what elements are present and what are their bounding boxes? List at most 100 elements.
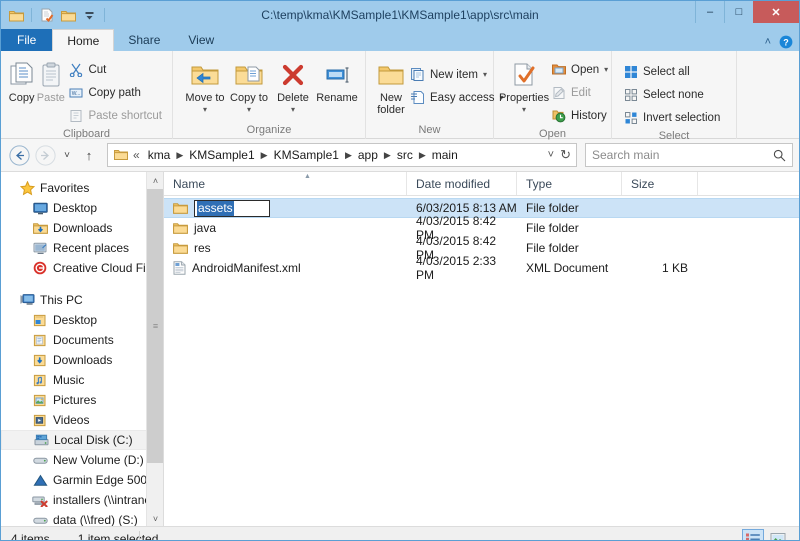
history-button[interactable]: History (548, 105, 612, 126)
sidebar-item-installers-intranet[interactable]: installers (\\intranet) (I (1, 490, 163, 510)
sidebar-item-videos[interactable]: Videos (1, 410, 163, 430)
file-name-cell[interactable]: res (164, 241, 407, 255)
rename-button[interactable]: Rename (315, 55, 359, 104)
sidebar-item-data-fred-s[interactable]: data (\\fred) (S:) (1, 510, 163, 526)
cut-button[interactable]: Cut (65, 59, 166, 80)
open-caret-icon[interactable]: ▾ (604, 65, 608, 74)
minimize-button[interactable]: – (695, 1, 724, 23)
column-header-name[interactable]: ▲ Name (164, 172, 407, 195)
breadcrumb-chevron-icon-3[interactable]: ▶ (383, 150, 392, 161)
tab-home[interactable]: Home (52, 29, 115, 51)
sidebar-item-pictures[interactable]: Pictures (1, 390, 163, 410)
easy-access-button[interactable]: Easy access ▾ (406, 87, 508, 108)
sidebar-item-desktop[interactable]: Desktop (1, 198, 163, 218)
new-folder-icon[interactable] (59, 6, 77, 24)
new-folder-button[interactable]: New folder (376, 55, 406, 116)
refresh-icon[interactable]: ↻ (557, 145, 574, 165)
maximize-button[interactable]: □ (724, 1, 753, 23)
breadcrumb-chevron-icon-2[interactable]: ▶ (344, 150, 353, 161)
scroll-up-arrow-icon[interactable]: ˄ (147, 172, 163, 189)
chevron-down-icon[interactable] (80, 6, 98, 24)
sidebar-item-garmin-edge-500-e[interactable]: Garmin Edge 500 (E:) (1, 470, 163, 490)
file-name-cell[interactable]: AndroidManifest.xml (164, 261, 407, 275)
table-row[interactable]: AndroidManifest.xml 4/03/2015 2:33 PM XM… (164, 254, 799, 282)
sidebar-item-downloads[interactable]: Downloads (1, 218, 163, 238)
nav-header-this-pc[interactable]: This PC (1, 290, 163, 310)
details-view-button[interactable] (742, 529, 764, 540)
breadcrumb-item-app[interactable]: app (353, 145, 383, 165)
file-name-cell[interactable]: java (164, 221, 407, 235)
folder-icon[interactable] (7, 6, 25, 24)
breadcrumb-chevron-icon-0[interactable]: ▶ (175, 150, 184, 161)
select-none-button[interactable]: Select none (620, 84, 724, 105)
scroll-down-arrow-icon[interactable]: ˅ (147, 510, 163, 526)
breadcrumb-chevron-icon-1[interactable]: ▶ (260, 150, 269, 161)
back-button[interactable] (7, 143, 31, 167)
select-group-label: Select (658, 130, 690, 142)
search-input[interactable]: Search main (585, 143, 793, 167)
breadcrumb-item-src[interactable]: src (392, 145, 418, 165)
forward-button[interactable] (33, 143, 57, 167)
column-header-type-label: Type (526, 176, 553, 191)
up-button[interactable]: ↑ (77, 143, 101, 167)
breadcrumb-overflow[interactable]: « (130, 145, 143, 165)
copy-to-caret-icon[interactable]: ▾ (247, 104, 251, 116)
new-item-button[interactable]: New item ▾ (406, 64, 508, 85)
paste-shortcut-button[interactable]: Paste shortcut (65, 105, 166, 126)
ribbon-group-new: New folder New item ▾ Easy access ▾ New (366, 51, 504, 139)
open-button[interactable]: Open ▾ (548, 59, 612, 80)
navigation-pane-scrollbar[interactable]: ˄ ≡ ˅ (146, 172, 163, 526)
new-small-buttons: New item ▾ Easy access ▾ (406, 55, 508, 108)
file-name-label: res (194, 241, 211, 255)
sidebar-item-creative-cloud-files[interactable]: Creative Cloud Files (1, 258, 163, 278)
breadcrumb-item-kmsample1[interactable]: KMSample1 (184, 145, 259, 165)
delete-caret-icon[interactable]: ▾ (291, 104, 295, 116)
rename-input[interactable]: assets (194, 199, 270, 217)
breadcrumb-chevron-icon-4[interactable]: ▶ (418, 150, 427, 161)
breadcrumb-folder-icon[interactable] (112, 149, 130, 161)
invert-selection-button[interactable]: Invert selection (620, 107, 724, 128)
tab-view[interactable]: View (174, 29, 228, 51)
collapse-ribbon-icon[interactable]: ˄ (765, 36, 771, 48)
invert-selection-icon (624, 111, 638, 125)
column-header-type[interactable]: Type (517, 172, 622, 195)
properties-caret-icon[interactable]: ▾ (522, 104, 526, 116)
sidebar-item-music[interactable]: Music (1, 370, 163, 390)
new-item-caret-icon[interactable]: ▾ (483, 70, 487, 79)
copy-path-button[interactable]: W... Copy path (65, 82, 166, 103)
sidebar-item-local-disk-c[interactable]: Local Disk (C:) (1, 430, 163, 450)
breadcrumb-dropdown-icon[interactable]: ˅ (545, 145, 557, 165)
select-all-button[interactable]: Select all (620, 61, 724, 82)
paste-button[interactable]: Paste (36, 55, 65, 104)
search-icon[interactable] (773, 149, 786, 162)
breadcrumb-item-kma[interactable]: kma (143, 145, 176, 165)
sidebar-item-pc-desktop[interactable]: Desktop (1, 310, 163, 330)
delete-button[interactable]: Delete ▾ (271, 55, 315, 116)
copy-to-button[interactable]: Copy to ▾ (227, 55, 271, 116)
breadcrumb-item-main[interactable]: main (427, 145, 463, 165)
properties-icon[interactable] (38, 6, 56, 24)
sidebar-item-documents[interactable]: Documents (1, 330, 163, 350)
tab-share[interactable]: Share (114, 29, 174, 51)
sidebar-item-new-volume-d[interactable]: New Volume (D:) (1, 450, 163, 470)
scrollbar-thumb[interactable]: ≡ (147, 189, 163, 463)
breadcrumb-item-kmsample1-inner[interactable]: KMSample1 (269, 145, 344, 165)
recent-locations-button[interactable]: ˅ (59, 143, 75, 167)
move-to-caret-icon[interactable]: ▾ (203, 104, 207, 116)
properties-button[interactable]: Properties ▾ (499, 55, 549, 116)
breadcrumb[interactable]: « kma ▶ KMSample1 ▶ KMSample1 ▶ app ▶ sr… (107, 143, 577, 167)
sidebar-item-pc-downloads[interactable]: Downloads (1, 350, 163, 370)
large-icons-view-button[interactable] (767, 529, 789, 540)
sidebar-item-recent-places[interactable]: Recent places (1, 238, 163, 258)
file-name-cell[interactable]: assets (164, 199, 407, 217)
help-icon[interactable]: ? (779, 35, 793, 49)
copy-button[interactable]: Copy (7, 55, 36, 104)
edit-button[interactable]: Edit (548, 82, 612, 103)
copy-path-icon: W... (69, 86, 83, 100)
close-button[interactable]: ✕ (753, 1, 799, 23)
column-header-size[interactable]: Size (622, 172, 698, 195)
column-header-date-modified[interactable]: Date modified (407, 172, 517, 195)
nav-header-favorites[interactable]: Favorites (1, 178, 163, 198)
tab-file[interactable]: File (1, 29, 53, 51)
move-to-button[interactable]: Move to ▾ (183, 55, 227, 116)
